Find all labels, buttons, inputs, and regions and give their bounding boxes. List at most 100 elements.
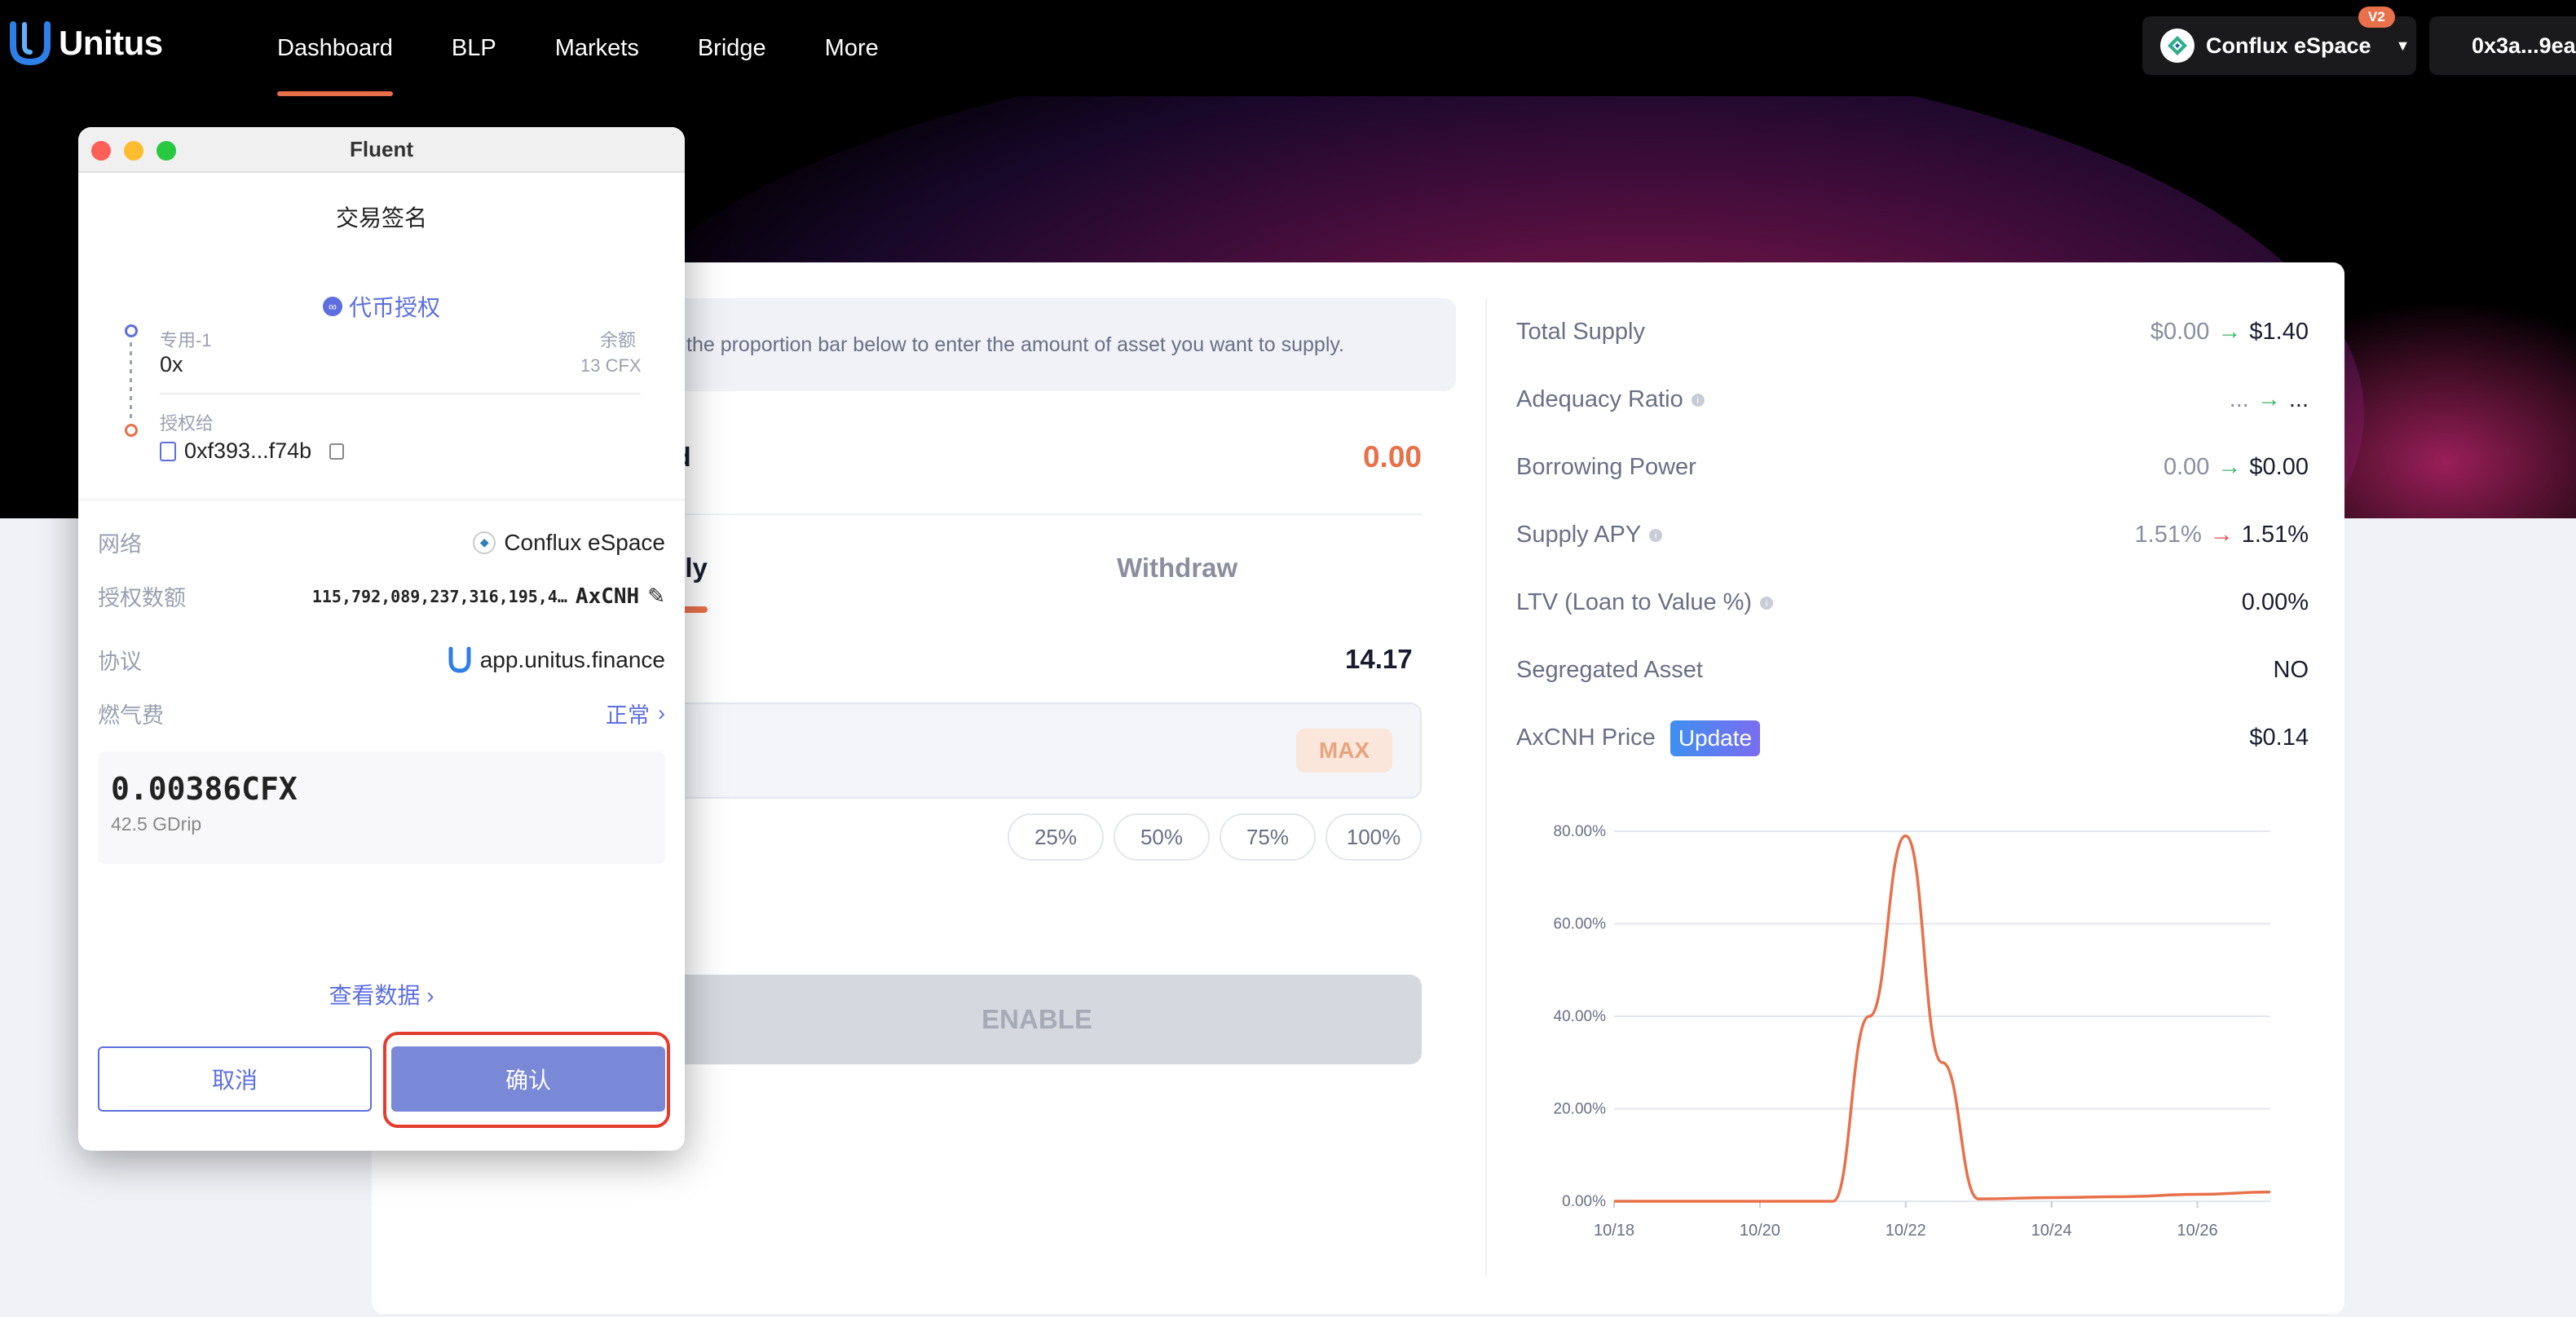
close-window-icon[interactable] <box>91 141 111 161</box>
divider <box>160 393 641 394</box>
info-icon[interactable]: i <box>1649 528 1663 542</box>
brand-name: Unitus <box>59 24 163 62</box>
view-data-text: 查看数据 <box>329 983 421 1008</box>
minimize-window-icon[interactable] <box>124 141 143 161</box>
chevron-right-icon: › <box>658 701 665 725</box>
stat-label: Segregated Asset <box>1516 657 1703 683</box>
nav-dashboard[interactable]: Dashboard <box>277 0 393 96</box>
x-tick-label: 10/24 <box>2031 1222 2072 1240</box>
conflux-icon: ◆ <box>473 531 496 554</box>
popup-heading: 交易签名 <box>335 205 427 231</box>
unitus-logo-icon <box>448 646 471 673</box>
gas-fee-label: 燃气费 <box>98 703 164 728</box>
section-divider <box>78 499 685 500</box>
arrow-right-icon: → <box>2256 386 2281 412</box>
max-button[interactable]: MAX <box>1296 729 1392 773</box>
contract-icon <box>160 441 176 461</box>
percent-50-button[interactable]: 50% <box>1114 813 1210 861</box>
stat-borrowing-power: Borrowing Power 0.00 → $0.00 <box>1516 434 2309 501</box>
conflux-icon <box>2160 29 2194 63</box>
divider <box>652 513 1422 515</box>
unitus-logo[interactable]: Unitus <box>10 21 163 65</box>
token-approval-text: 代币授权 <box>349 295 441 320</box>
approval-token: AxCNH <box>575 584 640 609</box>
arrow-right-icon: → <box>2209 522 2234 548</box>
nav-markets[interactable]: Markets <box>555 0 639 96</box>
gas-price: 42.5 GDrip <box>111 813 202 835</box>
network-value: Conflux eSpace <box>504 529 665 555</box>
cancel-button[interactable]: 取消 <box>98 1046 372 1112</box>
version-badge: V2 <box>2358 7 2395 28</box>
stat-label: Total Supply <box>1516 319 1645 345</box>
percent-100-button[interactable]: 100% <box>1325 813 1422 861</box>
y-tick-label: 60.00% <box>1554 916 1607 933</box>
nav-more[interactable]: More <box>825 0 879 96</box>
x-tick-label: 10/22 <box>1886 1222 1926 1240</box>
y-tick-label: 20.00% <box>1554 1101 1607 1118</box>
y-tick-label: 80.00% <box>1554 823 1607 840</box>
stat-to: ... <box>2288 386 2309 412</box>
stat-to: $1.40 <box>2249 319 2309 345</box>
nav-blp[interactable]: BLP <box>452 0 496 96</box>
to-dot-icon <box>125 424 138 437</box>
token-approval-label: ∞ 代币授权 <box>323 290 440 323</box>
info-icon[interactable]: i <box>1691 393 1705 407</box>
arrow-right-icon: → <box>2217 319 2242 345</box>
stat-label: Adequacy Ratio <box>1516 386 1683 412</box>
stat-label: LTV (Loan to Value %) <box>1516 589 1753 615</box>
stat-axcnh-price: AxCNH Price Update $0.14 <box>1516 704 2309 772</box>
y-tick-label: 0.00% <box>1562 1193 1606 1210</box>
supply-hint-text: the proportion bar below to enter the am… <box>686 333 1344 356</box>
enable-button[interactable]: ENABLE <box>652 975 1422 1064</box>
edit-icon[interactable]: ✎ <box>647 584 665 609</box>
stat-label: Supply APY <box>1516 522 1642 548</box>
protocol-row: 协议 app.unitus.finance <box>98 644 665 676</box>
stat-segregated-asset: Segregated Asset NO <box>1516 636 2309 704</box>
stat-from: 1.51% <box>2134 522 2202 548</box>
update-price-button[interactable]: Update <box>1670 720 1761 756</box>
percent-75-button[interactable]: 75% <box>1220 813 1316 861</box>
approval-amount-label: 授权数额 <box>98 586 186 610</box>
caret-down-icon: ▼ <box>2395 37 2411 54</box>
gas-level: 正常 <box>606 703 650 728</box>
wallet-balance: 14.17 <box>1345 644 1413 674</box>
popup-title: Fluent <box>350 136 413 161</box>
x-tick-label: 10/26 <box>2177 1222 2218 1240</box>
stat-to: 0.00% <box>2241 589 2309 615</box>
spender-label: 授权给 <box>160 413 214 434</box>
info-icon[interactable]: i <box>1760 596 1774 610</box>
stat-adequacy-ratio: Adequacy Ratio i ... → ... <box>1516 366 2309 434</box>
copy-icon[interactable] <box>329 443 345 460</box>
view-data-link[interactable]: 查看数据 › <box>78 978 685 1011</box>
stat-to: $0.14 <box>2249 725 2309 751</box>
gas-fee-amount: 0.00386CFX <box>111 771 298 807</box>
network-row: 网络 ◆ Conflux eSpace <box>98 526 665 558</box>
stat-label: AxCNH Price <box>1516 725 1656 751</box>
stat-from: $0.00 <box>2150 319 2210 345</box>
chevron-right-icon: › <box>426 983 434 1008</box>
transfer-timeline <box>124 323 142 437</box>
wallet-address-button[interactable]: 0x3a...9ea <box>2429 16 2576 75</box>
stat-to: $0.00 <box>2249 454 2309 480</box>
tab-withdraw[interactable]: Withdraw <box>1117 553 1237 584</box>
percent-25-button[interactable]: 25% <box>1008 813 1104 861</box>
stat-label: Borrowing Power <box>1516 454 1696 480</box>
column-divider <box>1485 298 1487 1276</box>
timeline-dash <box>130 342 132 419</box>
nav-bridge[interactable]: Bridge <box>698 0 766 96</box>
spender-address: 0xf393...f74b <box>184 438 312 463</box>
confirm-button[interactable]: 确认 <box>391 1046 665 1112</box>
supply-apy-chart: 0.00% 20.00% 40.00% 60.00% 80.00% 10/18 10/20 1… <box>1554 823 2271 1240</box>
percent-selector: 25% 50% 75% 100% <box>1008 813 1422 861</box>
gas-fee-box: 0.00386CFX 42.5 GDrip <box>98 751 665 864</box>
maximize-window-icon[interactable] <box>157 141 176 161</box>
stat-from: 0.00 <box>2163 454 2210 480</box>
balance-value: 13 CFX <box>580 355 642 376</box>
protocol-value: app.unitus.finance <box>479 646 665 672</box>
spender-row: 0xf393...f74b <box>160 438 345 464</box>
approval-amount-value: 115,792,089,237,316,195,4… <box>311 586 567 606</box>
fluent-wallet-popup: Fluent 交易签名 ∞ 代币授权 专用-1 0x 余额 13 CFX 授权给… <box>78 127 685 1151</box>
supplied-row: ied 0.00 <box>652 440 1422 474</box>
gas-level-selector[interactable]: 正常 › <box>606 698 665 729</box>
unitus-logo-icon <box>10 21 51 65</box>
